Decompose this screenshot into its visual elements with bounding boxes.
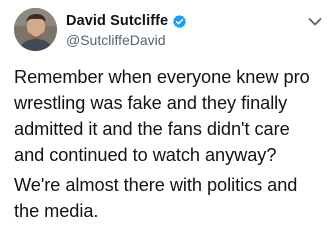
tweet-line: wrestling was fake and they finally xyxy=(14,93,288,113)
avatar[interactable] xyxy=(14,8,57,51)
tweet-text: Remember when everyone knew pro wrestlin… xyxy=(14,64,326,224)
tweet-line: We're almost there with politics and xyxy=(14,175,298,195)
author-name-row: David Sutcliffe xyxy=(66,12,187,30)
chevron-down-icon[interactable] xyxy=(308,14,322,26)
verified-badge-icon xyxy=(172,14,187,29)
tweet-line: the media. xyxy=(14,201,99,221)
profile-photo-icon xyxy=(14,8,57,51)
tweet-paragraph-1: Remember when everyone knew pro wrestlin… xyxy=(14,64,326,168)
tweet-line: admitted it and the fans didn't care xyxy=(14,119,290,139)
author-display-name[interactable]: David Sutcliffe xyxy=(66,13,168,29)
tweet-line: and continued to watch anyway? xyxy=(14,145,277,165)
tweet-card: David Sutcliffe @SutcliffeDavid Remember… xyxy=(0,0,330,241)
author-handle[interactable]: @SutcliffeDavid xyxy=(66,32,166,48)
tweet-line: Remember when everyone knew pro xyxy=(14,67,310,87)
tweet-paragraph-2: We're almost there with politics and the… xyxy=(14,172,326,224)
